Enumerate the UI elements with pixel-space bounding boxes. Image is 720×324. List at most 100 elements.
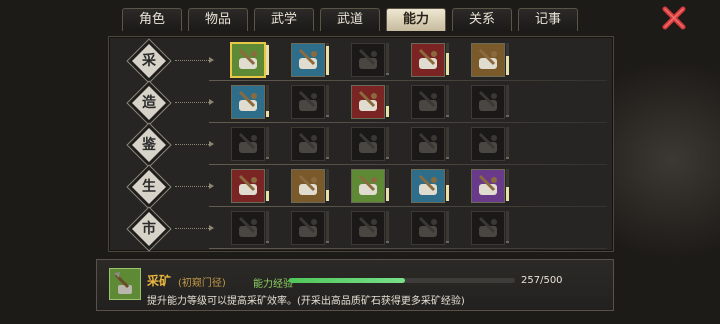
- ability-slot[interactable]: [351, 127, 391, 163]
- tab-relations[interactable]: 关系: [452, 8, 512, 31]
- ability-slot[interactable]: [351, 169, 391, 205]
- ability-slot[interactable]: [411, 211, 451, 247]
- whip-coil-icon: [478, 174, 497, 195]
- dentures-icon: [238, 174, 257, 195]
- anvil-icon: [238, 90, 257, 111]
- cooking-icon: [478, 90, 497, 111]
- cloth-bolt-icon: [298, 216, 317, 237]
- ability-panel: 采造鉴生市: [108, 36, 614, 252]
- ability-slot[interactable]: [411, 43, 451, 79]
- ability-slot[interactable]: [471, 43, 511, 79]
- ability-row: 生: [109, 165, 613, 207]
- ability-slot[interactable]: [351, 43, 391, 79]
- ability-slot[interactable]: [291, 127, 331, 163]
- close-button[interactable]: [660, 4, 688, 32]
- ability-level-fill: [266, 191, 269, 201]
- ability-level-gauge: [326, 85, 329, 117]
- ability-slot[interactable]: [411, 127, 451, 163]
- ability-level-fill: [326, 115, 329, 117]
- ability-level-fill: [266, 44, 269, 75]
- tab-journal[interactable]: 记事: [518, 8, 578, 31]
- ability-level-fill: [386, 73, 389, 75]
- ability-icon-box: [291, 211, 325, 245]
- ability-slot[interactable]: [411, 169, 451, 205]
- ability-row: 市: [109, 207, 613, 249]
- sack-icon: [238, 216, 257, 237]
- ability-slot[interactable]: [471, 85, 511, 121]
- exp-label: 能力经验: [253, 279, 293, 290]
- tab-character[interactable]: 角色: [122, 8, 182, 31]
- pestle-icon: [418, 90, 437, 111]
- tab-items[interactable]: 物品: [188, 8, 248, 31]
- ability-level-fill: [326, 46, 329, 75]
- tablet-icon: [238, 132, 257, 153]
- ability-level-fill: [506, 186, 509, 201]
- cloth-icon: [298, 132, 317, 153]
- ability-icon-box: [471, 211, 505, 245]
- ability-slot[interactable]: [291, 43, 331, 79]
- ability-level-fill: [446, 157, 449, 159]
- close-icon: [662, 6, 686, 30]
- ability-level-gauge: [326, 169, 329, 201]
- ability-level-gauge: [326, 43, 329, 75]
- herb-hoe-icon: [418, 48, 437, 69]
- ability-slot[interactable]: [471, 169, 511, 205]
- category-label: 造: [142, 95, 156, 111]
- ability-level-fill: [506, 115, 509, 117]
- ability-icon-box: [231, 85, 265, 119]
- exp-bar: [289, 278, 515, 283]
- ability-slot[interactable]: [351, 85, 391, 121]
- scissors-icon: [358, 90, 377, 111]
- tab-martial-path[interactable]: 武道: [320, 8, 380, 31]
- category-arrow: [175, 57, 214, 63]
- ability-slot[interactable]: [231, 127, 271, 163]
- ability-icon-box: [411, 169, 445, 203]
- ability-icon-box: [231, 211, 265, 245]
- ability-icon-box: [291, 43, 325, 77]
- armor-icon: [298, 90, 317, 111]
- ability-slot[interactable]: [231, 169, 271, 205]
- ability-slot[interactable]: [231, 211, 271, 247]
- ability-level-gauge: [386, 169, 389, 201]
- ability-level-gauge: [386, 211, 389, 243]
- ability-level-gauge: [326, 127, 329, 159]
- ability-level-gauge: [266, 43, 269, 75]
- ore-shovel-icon: [238, 48, 257, 69]
- ability-slot[interactable]: [291, 85, 331, 121]
- ability-level-gauge: [386, 127, 389, 159]
- pot-icon: [358, 48, 377, 69]
- category-arrow: [175, 183, 214, 189]
- ability-row: 造: [109, 81, 613, 123]
- ability-icon-box: [471, 127, 505, 161]
- ability-level-fill: [326, 189, 329, 201]
- wood-axe-icon: [298, 48, 317, 69]
- ability-level-gauge: [446, 211, 449, 243]
- ability-row: 采: [109, 39, 613, 81]
- ability-level-fill: [446, 52, 449, 75]
- ability-level-fill: [446, 115, 449, 117]
- category-label: 采: [142, 53, 156, 69]
- ability-slot[interactable]: [230, 42, 271, 79]
- ability-icon-box: [411, 43, 445, 77]
- tab-abilities[interactable]: 能力: [386, 8, 446, 31]
- ability-icon-box: [471, 43, 505, 77]
- ability-icon-box: [411, 211, 445, 245]
- stone-icon: [478, 132, 497, 153]
- ability-icon-box: [230, 42, 266, 78]
- detail-icon: [109, 268, 141, 300]
- ability-slot[interactable]: [411, 85, 451, 121]
- ability-level-gauge: [446, 85, 449, 117]
- ability-level-fill: [506, 241, 509, 243]
- drum-icon: [358, 174, 377, 195]
- ability-slot[interactable]: [291, 169, 331, 205]
- tab-martial-arts[interactable]: 武学: [254, 8, 314, 31]
- ability-level-gauge: [506, 169, 509, 201]
- ability-slot[interactable]: [471, 211, 511, 247]
- ability-slot[interactable]: [231, 85, 271, 121]
- ability-slot[interactable]: [471, 127, 511, 163]
- ability-level-gauge: [266, 169, 269, 201]
- ability-level-gauge: [446, 169, 449, 201]
- ability-level-fill: [446, 241, 449, 243]
- ability-slot[interactable]: [351, 211, 391, 247]
- ability-slot[interactable]: [291, 211, 331, 247]
